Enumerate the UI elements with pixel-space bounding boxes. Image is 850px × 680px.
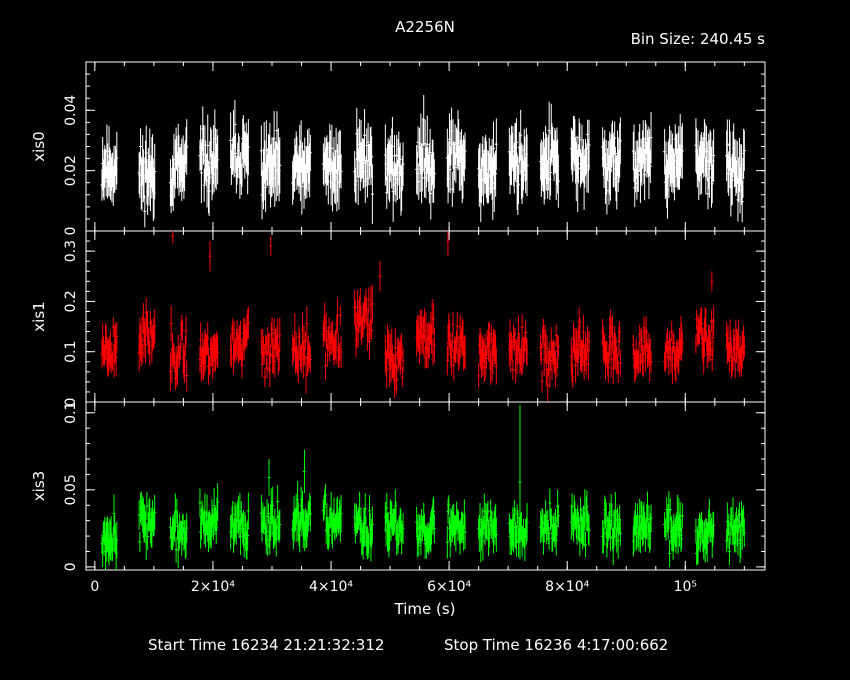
y-tick-label: 0.2 [63, 290, 79, 312]
y-tick-label: 0.05 [63, 474, 79, 505]
y-axis-label-xis3: xis3 [30, 471, 48, 501]
lightcurve-chart: A2256N Bin Size: 240.45 s 00.020.04xis00… [30, 18, 766, 654]
chart-title: A2256N [395, 18, 455, 36]
bin-size-label: Bin Size: 240.45 s [631, 30, 766, 48]
y-tick-label: 0.04 [63, 95, 79, 126]
series-xis0 [100, 94, 746, 228]
y-tick-label: 0.3 [63, 240, 79, 262]
panel-xis3: 0 0.05 0.1 xis3 [30, 401, 766, 571]
start-time-label: Start Time 16234 21:21:32:312 [148, 636, 384, 654]
y-axis-label-xis0: xis0 [30, 131, 48, 161]
y-tick-label: 0.02 [63, 155, 79, 186]
y-tick-label: 0 [63, 227, 79, 236]
x-axis-label: Time (s) [394, 600, 456, 618]
y-tick-label: 0 [63, 562, 79, 571]
stop-time-label: Stop Time 16236 4:17:00:662 [444, 636, 668, 654]
panels-layer: 00.020.04xis000.10.20.3xis100.050.1xis3 [30, 61, 766, 571]
y-tick-label: 0.1 [63, 341, 79, 363]
series-xis1 [100, 231, 746, 402]
x-tick-label: 2×10⁴ [191, 579, 235, 595]
x-tick-label: 8×10⁴ [545, 579, 589, 595]
panel-xis1: 0 0.1 0.2 0.3 xis1 [30, 230, 766, 406]
x-tick-label: 0 [90, 579, 99, 595]
x-tick-label: 6×10⁴ [427, 579, 471, 595]
x-tick-label: 4×10⁴ [309, 579, 353, 595]
y-tick-label: 0.1 [63, 402, 79, 424]
panel-xis0: 0 0.02 0.04 xis0 [30, 61, 766, 236]
x-tick-label: 10⁵ [674, 579, 697, 595]
x-tick-labels: 0 2×10⁴ 4×10⁴ 6×10⁴ 8×10⁴ 10⁵ [90, 579, 697, 595]
y-axis-label-xis1: xis1 [30, 301, 48, 331]
series-xis3 [100, 405, 746, 570]
